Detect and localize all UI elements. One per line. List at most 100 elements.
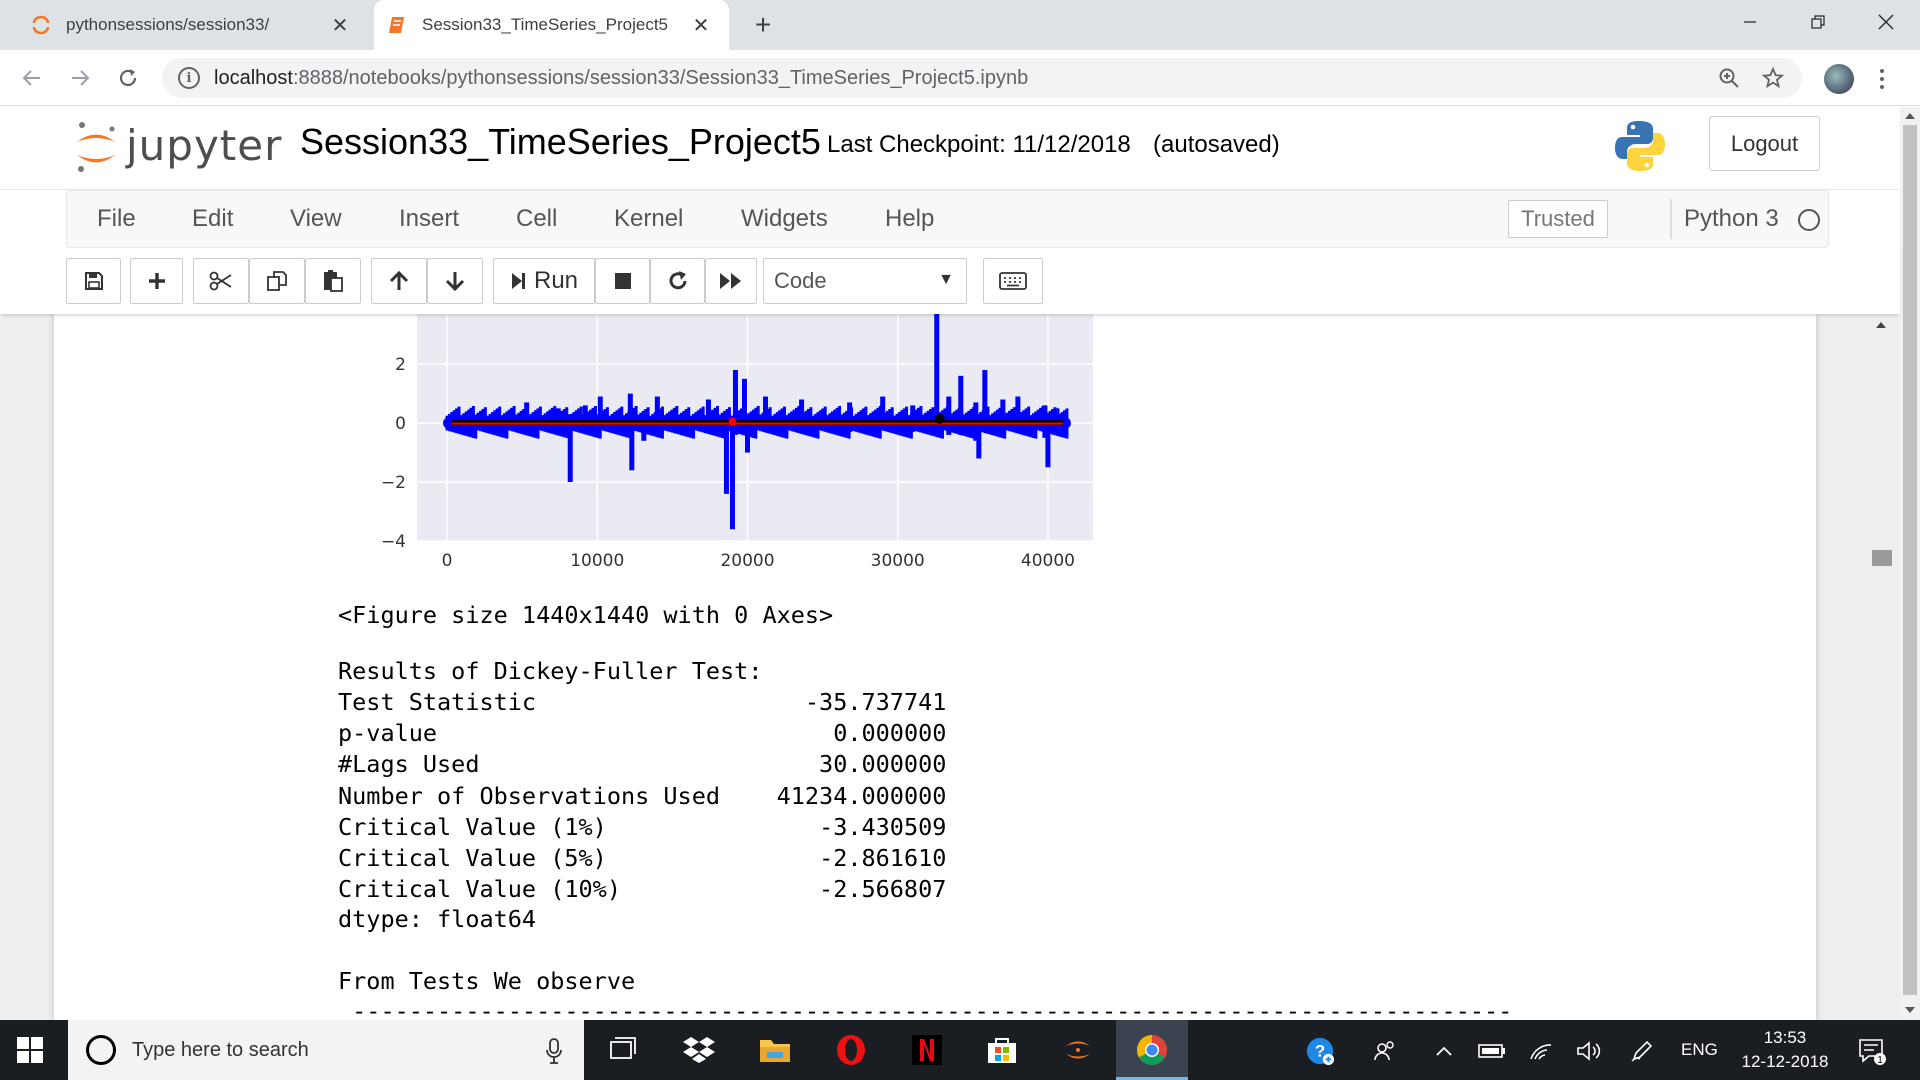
- y-tick-label: 0: [395, 414, 406, 434]
- menu-file[interactable]: File: [97, 205, 136, 233]
- taskbar-search-box[interactable]: Type here to search: [68, 1020, 584, 1080]
- dickey-fuller-row: Critical Value (5%) -2.861610: [338, 843, 946, 874]
- opera-browser-icon[interactable]: [831, 1030, 871, 1070]
- rolling-std-bump: [934, 413, 945, 424]
- cut-button[interactable]: [193, 258, 249, 304]
- python-logo-icon: [1613, 119, 1667, 173]
- command-palette-button[interactable]: [983, 258, 1043, 304]
- cortana-icon: [86, 1035, 116, 1065]
- chevron-up-icon[interactable]: [1429, 1036, 1459, 1066]
- wifi-icon[interactable]: [1526, 1036, 1556, 1066]
- last-checkpoint: Last Checkpoint: 11/12/2018: [827, 131, 1131, 158]
- help-tips-icon[interactable]: ?: [1305, 1036, 1335, 1066]
- input-language[interactable]: ENG: [1681, 1040, 1718, 1060]
- menu-kernel[interactable]: Kernel: [614, 205, 683, 233]
- insert-cell-button[interactable]: [130, 258, 183, 304]
- x-tick-label: 10000: [570, 551, 624, 571]
- zoom-icon[interactable]: [1714, 63, 1744, 93]
- action-center-icon[interactable]: 1: [1857, 1036, 1887, 1066]
- netflix-icon[interactable]: [907, 1030, 947, 1070]
- profile-avatar[interactable]: [1824, 64, 1854, 94]
- restart-button[interactable]: [650, 258, 705, 304]
- observe-text: From Tests We observe: [338, 967, 636, 995]
- rolling-mean-bump: [728, 417, 737, 426]
- reload-icon[interactable]: [110, 60, 146, 96]
- df-value: 41234.000000: [776, 781, 947, 810]
- menu-view[interactable]: View: [290, 205, 342, 233]
- run-button[interactable]: Run: [493, 258, 595, 304]
- battery-icon[interactable]: [1477, 1036, 1507, 1066]
- close-window-icon[interactable]: [1852, 0, 1920, 44]
- cell-type-select[interactable]: Code ▼: [763, 258, 967, 304]
- output-scroll-up-icon[interactable]: [1874, 318, 1888, 332]
- x-tick-label: 30000: [871, 551, 925, 571]
- df-label: #Lags Used: [338, 750, 480, 779]
- volume-icon[interactable]: [1574, 1036, 1604, 1066]
- menu-edit[interactable]: Edit: [192, 205, 233, 233]
- people-icon[interactable]: [1370, 1036, 1400, 1066]
- minimize-icon[interactable]: [1716, 0, 1784, 44]
- dtype-text: dtype: float64: [338, 905, 537, 933]
- tab-title: Session33_TimeSeries_Project5: [422, 15, 668, 34]
- y-tick-label: −4: [381, 532, 406, 552]
- save-button[interactable]: [66, 258, 121, 304]
- close-tab-icon[interactable]: ✕: [687, 11, 715, 39]
- df-value: -2.861610: [819, 844, 947, 872]
- interrupt-button[interactable]: [595, 258, 650, 304]
- chrome-icon[interactable]: [1132, 1030, 1172, 1070]
- scroll-down-icon[interactable]: [1904, 1003, 1916, 1021]
- dickey-fuller-row: Number of Observations Used 41234.000000: [338, 781, 946, 812]
- microphone-icon[interactable]: [546, 1038, 562, 1064]
- notebook-page: 2 0 −2 −4 0 10000 20000 30000 40000 <Figure siz…: [54, 314, 1816, 1020]
- browser-tab-inactive[interactable]: pythonsessions/session33/ ✕: [18, 0, 368, 50]
- forward-icon[interactable]: [62, 60, 98, 96]
- restore-icon[interactable]: [1784, 0, 1852, 44]
- site-info-icon[interactable]: i: [178, 67, 200, 89]
- notebook-favicon-icon: [386, 14, 408, 36]
- df-label: Critical Value (1%): [338, 812, 607, 841]
- page-scroll-thumb[interactable]: [1903, 125, 1917, 995]
- move-up-button[interactable]: [371, 258, 427, 304]
- browser-tab-strip: pythonsessions/session33/ ✕ Session33_Ti…: [0, 0, 1920, 50]
- dickey-fuller-row: #Lags Used 30.000000: [338, 749, 946, 780]
- df-value: 30.000000: [819, 750, 947, 779]
- taskbar-clock[interactable]: 13:53 12-12-2018: [1735, 1026, 1835, 1074]
- browser-menu-icon[interactable]: [1872, 64, 1892, 94]
- logout-button[interactable]: Logout: [1709, 116, 1820, 171]
- page-scrollbar[interactable]: [1900, 107, 1920, 1020]
- task-view-icon[interactable]: [603, 1030, 643, 1070]
- output-scroll-thumb[interactable]: [1872, 550, 1892, 566]
- browser-tab-active[interactable]: Session33_TimeSeries_Project5 ✕: [374, 0, 729, 50]
- trusted-indicator[interactable]: Trusted: [1508, 200, 1608, 238]
- dropbox-icon[interactable]: [679, 1030, 719, 1070]
- jupyter-logo[interactable]: jupyter: [74, 119, 282, 172]
- pen-workspace-icon[interactable]: [1627, 1036, 1657, 1066]
- paste-button[interactable]: [305, 258, 361, 304]
- search-placeholder: Type here to search: [132, 1038, 309, 1061]
- address-bar[interactable]: i localhost:8888/notebooks/pythonsession…: [162, 58, 1802, 98]
- notebook-name[interactable]: Session33_TimeSeries_Project5: [300, 121, 821, 163]
- df-label: Number of Observations Used: [338, 781, 721, 810]
- restart-icon: [669, 271, 686, 290]
- menu-insert[interactable]: Insert: [399, 205, 459, 233]
- back-icon[interactable]: [14, 60, 50, 96]
- tab-title: pythonsessions/session33/: [66, 15, 270, 34]
- dash-separator: ----------------------------------------…: [338, 997, 1513, 1020]
- df-value: -2.566807: [819, 875, 947, 904]
- new-tab-button[interactable]: +: [746, 8, 780, 42]
- copy-button[interactable]: [249, 258, 305, 304]
- move-down-button[interactable]: [427, 258, 483, 304]
- restart-run-all-button[interactable]: [705, 258, 757, 304]
- menu-widgets[interactable]: Widgets: [741, 205, 828, 233]
- bookmark-star-icon[interactable]: [1758, 63, 1788, 93]
- windows-start-icon[interactable]: [16, 1036, 44, 1064]
- close-tab-icon[interactable]: ✕: [326, 11, 354, 39]
- microsoft-store-icon[interactable]: [982, 1030, 1022, 1070]
- menu-cell[interactable]: Cell: [516, 205, 557, 233]
- menu-help[interactable]: Help: [885, 205, 934, 233]
- notification-count: 1: [1877, 1055, 1883, 1066]
- plus-icon: [148, 273, 165, 289]
- file-explorer-icon[interactable]: [755, 1030, 795, 1070]
- anaconda-jupyter-icon[interactable]: [1058, 1030, 1098, 1070]
- y-tick-label: −2: [381, 473, 406, 493]
